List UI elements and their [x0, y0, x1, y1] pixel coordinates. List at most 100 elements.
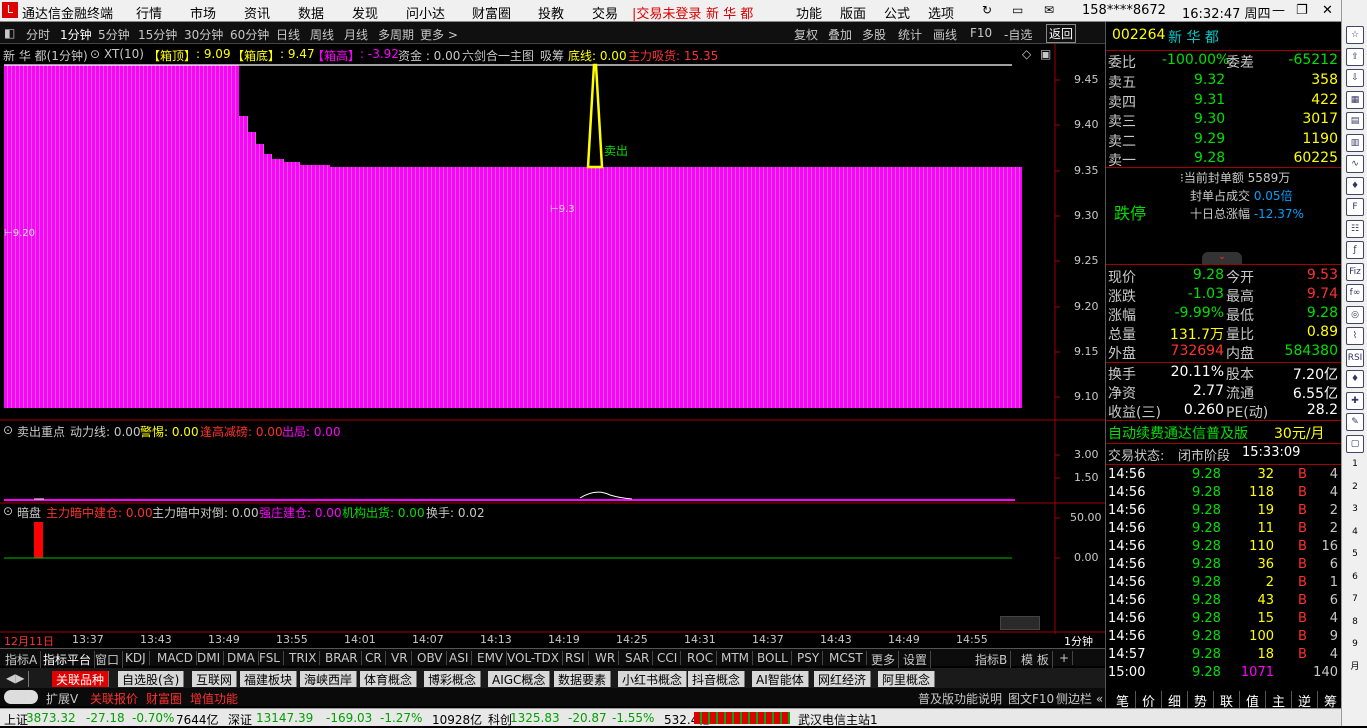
down-arrow-icon[interactable]: ⇩: [1346, 69, 1364, 87]
btn-huaxian[interactable]: 画线: [933, 26, 957, 43]
menu-caifuquan[interactable]: 财富圈: [472, 3, 511, 22]
indicator-tab[interactable]: WR: [592, 651, 620, 665]
btn-puji-shuoming[interactable]: 普及版功能说明: [918, 690, 1002, 707]
btn-guanlian-baojia[interactable]: 关联报价: [90, 690, 138, 707]
f10-icon[interactable]: F: [1346, 198, 1364, 216]
btn-caifuquan[interactable]: 财富圈: [146, 690, 182, 707]
menu-toujiao[interactable]: 投教: [538, 3, 564, 22]
indicator-tab[interactable]: EMV: [474, 651, 508, 665]
indicator-tab[interactable]: DMA: [224, 651, 259, 665]
btn-kuozhan[interactable]: 扩展V: [46, 690, 78, 707]
sector-tab[interactable]: 网红经济: [814, 671, 872, 687]
indicator-tab[interactable]: MTM: [718, 651, 754, 665]
btn-tuwen-f10[interactable]: 图文F10: [1008, 690, 1054, 707]
indicator-tab[interactable]: 指标B: [972, 651, 1012, 668]
indicator-tab[interactable]: PSY: [794, 651, 824, 665]
btn-fanhui[interactable]: 返回: [1046, 24, 1077, 43]
num-6-icon[interactable]: 6: [1346, 569, 1364, 587]
indicator-tab[interactable]: 指标平台: [40, 651, 96, 668]
menu-zixun[interactable]: 资讯: [244, 3, 270, 22]
sector-tab[interactable]: 体育概念: [360, 671, 418, 687]
indicator-tab[interactable]: ASI: [446, 651, 473, 665]
indicator-tab[interactable]: TRIX: [286, 651, 321, 665]
btn-diejia[interactable]: 叠加: [828, 26, 852, 43]
calendar-icon[interactable]: ☷: [1346, 219, 1364, 238]
period-60min[interactable]: 60分钟: [230, 26, 269, 43]
menu-shuju[interactable]: 数据: [298, 3, 324, 22]
sector-tab[interactable]: 小红书概念: [618, 671, 688, 687]
list-icon[interactable]: ▤: [1346, 112, 1364, 130]
num-9-icon[interactable]: 9: [1346, 636, 1364, 654]
indicator-tab[interactable]: MCST: [826, 651, 867, 665]
num-5-icon[interactable]: 5: [1346, 546, 1364, 564]
bar-icon[interactable]: ⌇: [1346, 327, 1364, 345]
diamond-icon[interactable]: ♦: [1346, 176, 1364, 195]
indicator-tab[interactable]: MACD: [154, 651, 197, 665]
num-4-icon[interactable]: 4: [1346, 524, 1364, 542]
indicator-tab[interactable]: +: [1056, 651, 1074, 665]
btn-duogu[interactable]: 多股: [862, 26, 886, 43]
sub1-collapse-icon[interactable]: ⊙: [3, 423, 13, 437]
menu-gongneng[interactable]: 功能: [796, 3, 822, 22]
indicator-tab[interactable]: 指标A: [2, 651, 42, 668]
indicator-tab[interactable]: RSI: [562, 651, 589, 665]
btn-zixuan[interactable]: -自选: [1004, 26, 1032, 43]
period-week[interactable]: 周线: [310, 26, 334, 43]
num-8-icon[interactable]: 8: [1346, 614, 1364, 632]
indicator-tab[interactable]: 更多: [868, 651, 900, 668]
indicator-tab[interactable]: VOL-TDX: [504, 651, 563, 665]
chart-scroll-handle[interactable]: [1000, 616, 1040, 630]
move-icon[interactable]: ✚: [1346, 391, 1364, 410]
indicator-tab[interactable]: BRAR: [322, 651, 362, 665]
menu-banmian[interactable]: 版面: [840, 3, 866, 22]
target-icon[interactable]: ◎: [1346, 305, 1364, 324]
minimize-icon[interactable]: —: [1272, 3, 1285, 18]
btn-tongji[interactable]: 统计: [898, 26, 922, 43]
period-30min[interactable]: 30分钟: [184, 26, 223, 43]
btn-sidebar[interactable]: 侧边栏 «: [1056, 690, 1103, 707]
sector-tab[interactable]: 数据要素: [554, 671, 612, 687]
sector-tab[interactable]: 福建板块: [240, 671, 298, 687]
indicator-tab[interactable]: ROC: [684, 651, 718, 665]
num-1-icon[interactable]: 1: [1346, 456, 1364, 474]
wave-icon[interactable]: ∿: [1346, 155, 1364, 173]
ad-price[interactable]: 30元/月: [1274, 423, 1325, 443]
trade-login-status[interactable]: |交易未登录: [632, 3, 701, 22]
window-icon[interactable]: ▭: [1012, 3, 1023, 17]
indicator-tab[interactable]: 窗口: [92, 651, 124, 668]
indicator-tab[interactable]: BOLL: [754, 651, 792, 665]
sector-scroll-icon[interactable]: ◀▶: [2, 671, 30, 687]
period-1min[interactable]: 1分钟: [60, 26, 92, 43]
sub2-collapse-icon[interactable]: ⊙: [3, 504, 13, 518]
menu-hangqing[interactable]: 行情: [136, 3, 162, 22]
period-indicator[interactable]: 1分钟: [1064, 633, 1093, 649]
rsi-icon[interactable]: RSI: [1346, 348, 1364, 367]
menu-shichang[interactable]: 市场: [190, 3, 216, 22]
menu-xuanxiang[interactable]: 选项: [928, 3, 954, 22]
indicator-tab[interactable]: 设置: [900, 651, 932, 668]
indicator-tab[interactable]: FSL: [256, 651, 284, 665]
indicator-tab[interactable]: VR: [388, 651, 412, 665]
sector-tab[interactable]: 博彩概念: [424, 671, 482, 687]
btn-zengzhi[interactable]: 增值功能: [190, 690, 238, 707]
period-fenshi[interactable]: 分时: [26, 26, 50, 43]
sector-tab[interactable]: 海峡西岸: [300, 671, 358, 687]
menu-jiaoyi[interactable]: 交易: [592, 3, 618, 22]
period-multi[interactable]: 多周期: [378, 26, 414, 43]
ad-banner[interactable]: 自动续费通达信普及版 30元/月: [1106, 422, 1342, 443]
formula-icon[interactable]: ƒ: [1346, 241, 1364, 259]
period-5min[interactable]: 5分钟: [98, 26, 130, 43]
table-icon[interactable]: ▥: [1346, 133, 1364, 152]
diamond2-icon[interactable]: ♦: [1346, 370, 1364, 388]
indicator-tab[interactable]: 模 板: [1018, 651, 1053, 668]
indicator-tab[interactable]: OBV: [414, 651, 447, 665]
period-month[interactable]: 月线: [344, 26, 368, 43]
menu-faxian[interactable]: 发现: [352, 3, 378, 22]
f-inf-icon[interactable]: f∞: [1346, 284, 1364, 302]
sidebar-toggle-icon[interactable]: ◧: [4, 26, 15, 40]
menu-gongshi[interactable]: 公式: [884, 3, 910, 22]
extension-toggle[interactable]: [4, 690, 38, 704]
indicator-tab[interactable]: CCI: [654, 651, 682, 665]
refresh-icon[interactable]: ↻: [982, 3, 992, 17]
num-3-icon[interactable]: 3: [1346, 501, 1364, 519]
